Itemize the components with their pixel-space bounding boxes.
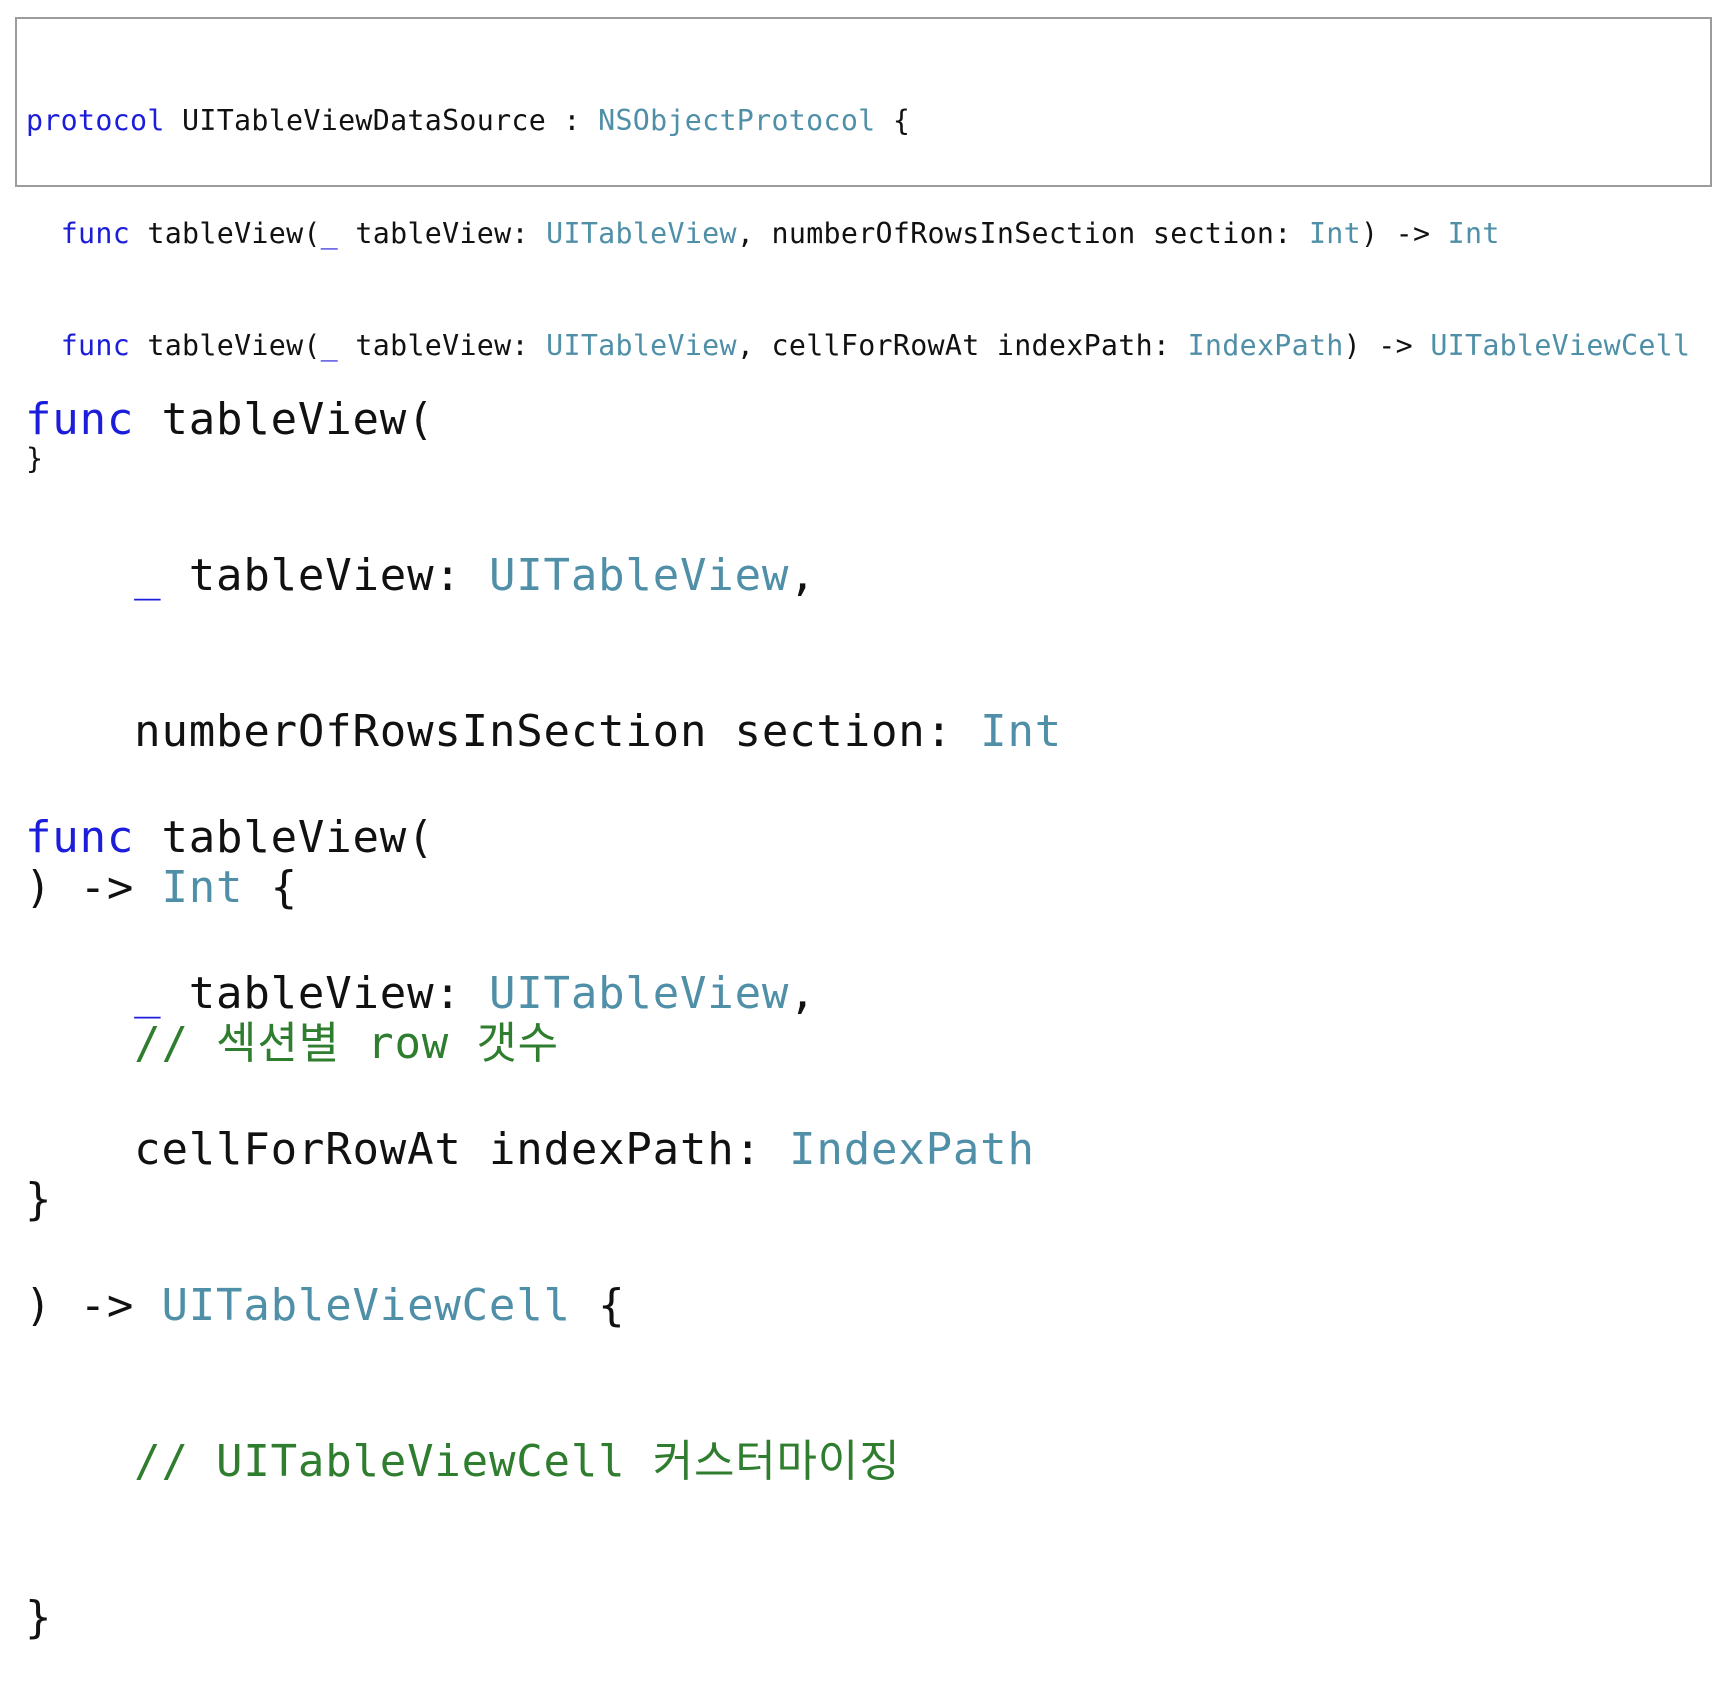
type-name: UITableView (546, 216, 737, 250)
keyword: func (60, 216, 131, 250)
underscore: _ (320, 216, 339, 250)
param-label: tableView: (338, 216, 547, 250)
type-name: UITableView (488, 968, 790, 1019)
code-line: } (25, 1592, 1035, 1644)
protocol-name: UITableViewDataSource : (164, 104, 599, 137)
type-name: IndexPath (1187, 329, 1344, 362)
comma: , (789, 550, 817, 601)
param-label: , numberOfRowsInSection section: (736, 216, 1309, 250)
function-name: tableView( (134, 394, 435, 445)
code-line: _ tableView: UITableView, (25, 968, 1035, 1020)
code-line: // UITableViewCell 커스터마이징 (25, 1436, 1035, 1488)
comment: // UITableViewCell 커스터마이징 (134, 1436, 900, 1487)
type-name: UITableViewCell (161, 1280, 571, 1331)
code-line: _ tableView: UITableView, (25, 550, 1062, 602)
brace: { (570, 1280, 626, 1331)
keyword: func (25, 394, 135, 445)
code-line: func tableView( (25, 812, 1035, 864)
type-name: IndexPath (789, 1124, 1035, 1175)
keyword: func (25, 812, 135, 863)
return-arrow: ) -> (1360, 216, 1448, 250)
function-name: tableView( (134, 812, 435, 863)
keyword: protocol (26, 104, 165, 137)
code-line: func tableView(_ tableView: UITableView,… (26, 215, 1690, 253)
code-line: ) -> UITableViewCell { (25, 1280, 1035, 1332)
type-name: UITableViewCell (1430, 329, 1691, 362)
brace: } (25, 1592, 53, 1643)
type-name: UITableView (488, 550, 790, 601)
param-label: tableView: (161, 550, 489, 601)
protocol-snippet-box: protocol UITableViewDataSource : NSObjec… (15, 17, 1712, 475)
param-label: tableView: (161, 968, 489, 1019)
return-arrow: ) -> (25, 1280, 162, 1331)
type-name: Int (1447, 216, 1500, 250)
comment-korean: 커스터마이징 (652, 1436, 901, 1487)
cell-function-block: func tableView( _ tableView: UITableView… (25, 708, 1035, 1696)
return-arrow: ) -> (1343, 329, 1431, 362)
type-name: NSObjectProtocol (598, 104, 876, 137)
code-line: protocol UITableViewDataSource : NSObjec… (26, 102, 1690, 140)
code-line: func tableView( (25, 394, 1062, 446)
comment-prefix: // UITableViewCell (134, 1436, 653, 1487)
comma: , (789, 968, 817, 1019)
underscore: _ (134, 550, 162, 601)
brace: { (875, 104, 911, 137)
function-name: tableView( (130, 216, 321, 250)
code-line: cellForRowAt indexPath: IndexPath (25, 1124, 1035, 1176)
underscore: _ (134, 968, 162, 1019)
type-name: Int (1308, 216, 1361, 250)
param-label: cellForRowAt indexPath: (134, 1124, 790, 1175)
